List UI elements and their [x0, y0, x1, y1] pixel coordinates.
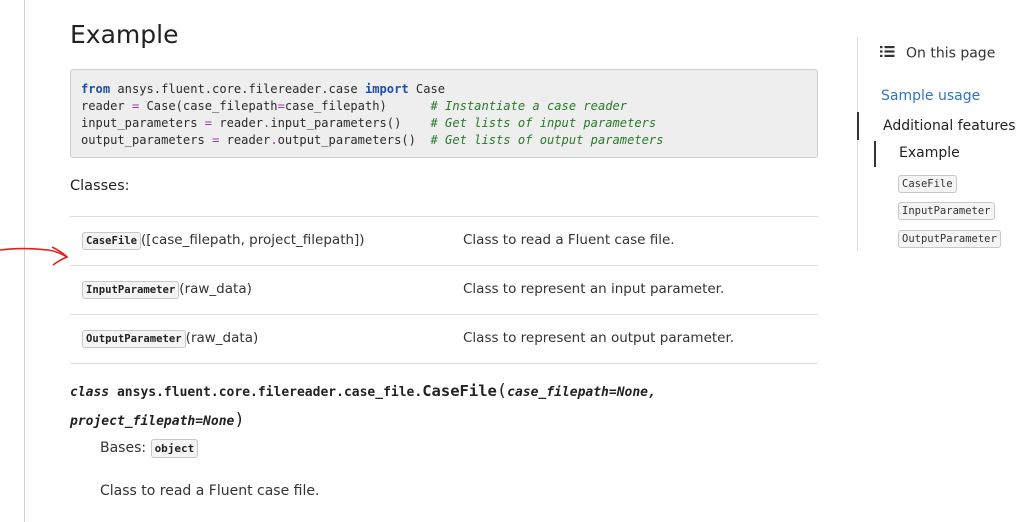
toc-header-label: On this page — [906, 45, 996, 62]
class-description: Class to read a Fluent case file. — [463, 232, 675, 248]
class-signature: CaseFile ([case_filepath, project_filepat… — [82, 232, 365, 250]
toc-border — [857, 38, 858, 250]
class-keyword: class — [70, 385, 110, 400]
toc-code-label[interactable]: CaseFile — [898, 175, 957, 193]
class-docstring: Class to read a Fluent case file. — [100, 483, 320, 499]
toc-code-label[interactable]: InputParameter — [898, 202, 995, 220]
class-link-casefile[interactable]: CaseFile — [82, 232, 142, 250]
table-row: InputParameter (raw_data) Class to repres… — [70, 265, 818, 314]
class-signature: InputParameter (raw_data) — [82, 281, 252, 299]
class-args: (raw_data) — [185, 330, 259, 346]
toc-item-sample-usage[interactable]: Sample usage — [881, 88, 980, 104]
param-case-filepath: case_filepath=None, — [507, 385, 656, 400]
module-path: ansys.fluent.core.filereader.case_file. — [109, 385, 423, 400]
list-icon — [880, 45, 896, 62]
classes-table: CaseFile ([case_filepath, project_filepat… — [70, 216, 818, 364]
toc-active-indicator — [857, 112, 859, 140]
bases-line: Bases: object — [100, 439, 199, 458]
class-signature: OutputParameter (raw_data) — [82, 330, 259, 348]
class-description: Class to represent an input parameter. — [463, 281, 725, 297]
close-paren: ) — [234, 410, 245, 430]
code-block[interactable]: from ansys.fluent.core.filereader.case i… — [70, 69, 818, 158]
class-args: (raw_data) — [179, 281, 252, 297]
class-link-inputparameter[interactable]: InputParameter — [82, 281, 180, 299]
toc-item-inputparameter[interactable]: InputParameter — [898, 201, 995, 220]
table-row: OutputParameter (raw_data) Class to repre… — [70, 314, 818, 364]
class-signature-line-1: class ansys.fluent.core.filereader.case_… — [70, 381, 656, 401]
toc-header: On this page — [880, 45, 995, 62]
bases-object-link[interactable]: object — [150, 439, 199, 458]
toc-item-outputparameter[interactable]: OutputParameter — [898, 229, 1001, 248]
classes-heading: Classes: — [70, 178, 130, 194]
toc-item-additional-features[interactable]: Additional features — [883, 118, 1016, 134]
toc-item-example[interactable]: Example — [899, 145, 960, 161]
toc-code-label[interactable]: OutputParameter — [898, 230, 1001, 248]
class-args: ([case_filepath, project_filepath]) — [141, 232, 365, 248]
class-name: CaseFile — [422, 382, 497, 400]
param-project-filepath: project_filepath=None — [70, 414, 235, 429]
open-paren: ( — [496, 381, 508, 401]
class-description: Class to represent an output parameter. — [463, 330, 735, 346]
class-link-outputparameter[interactable]: OutputParameter — [82, 330, 186, 348]
bases-label: Bases: — [100, 440, 147, 456]
page-title: Example — [70, 20, 179, 49]
table-row: CaseFile ([case_filepath, project_filepat… — [70, 216, 818, 265]
class-signature-line-2: project_filepath=None) — [70, 410, 245, 430]
red-arrow-annotation — [0, 246, 69, 266]
toc-item-casefile[interactable]: CaseFile — [898, 174, 957, 193]
toc-active-indicator — [874, 141, 876, 167]
